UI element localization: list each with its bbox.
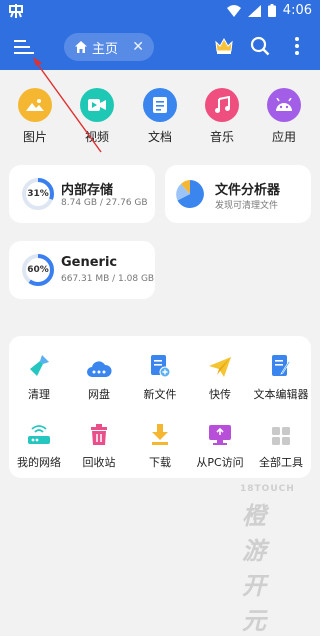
more-options-button[interactable] xyxy=(292,36,302,60)
tool-label: 新文件 xyxy=(143,388,177,401)
tool-clean[interactable]: 清理 xyxy=(9,352,69,402)
crown-icon xyxy=(215,37,233,54)
trash-icon xyxy=(69,420,129,446)
category-documents[interactable]: 文档 xyxy=(129,88,191,145)
signal-icon xyxy=(247,4,261,17)
tool-label: 下载 xyxy=(149,456,171,469)
video-icon xyxy=(80,88,114,122)
storage-detail: 667.31 MB / 1.08 GB xyxy=(61,274,155,284)
tool-pc-access[interactable]: 从PC访问 xyxy=(190,420,250,470)
tool-label: 全部工具 xyxy=(259,456,303,469)
tool-label: 文本编辑器 xyxy=(253,388,309,401)
storage-percent: 60% xyxy=(27,265,49,275)
android-icon xyxy=(267,88,301,122)
storage-detail: 8.74 GB / 27.76 GB xyxy=(61,198,148,208)
category-label: 音乐 xyxy=(209,130,234,144)
tool-label: 我的网络 xyxy=(17,456,61,469)
category-images[interactable]: 图片 xyxy=(4,88,66,145)
wifi-icon xyxy=(226,4,241,17)
status-icons: 4:06 xyxy=(226,3,312,18)
watermark-line1: 18TOUCH xyxy=(240,484,295,494)
internal-storage-card[interactable]: 31% 内部存储 8.74 GB / 27.76 GB xyxy=(9,165,155,223)
category-label: 应用 xyxy=(271,130,296,144)
send-icon xyxy=(190,352,250,378)
broom-icon xyxy=(9,352,69,378)
download-icon xyxy=(130,420,190,446)
watermark-line2: 橙游开元 xyxy=(242,502,266,635)
tool-download[interactable]: 下载 xyxy=(130,420,190,470)
category-label: 视频 xyxy=(84,130,109,144)
tool-all-tools[interactable]: 全部工具 xyxy=(251,420,311,470)
cloud-icon xyxy=(69,352,129,378)
generic-storage-card[interactable]: 60% Generic 667.31 MB / 1.08 GB xyxy=(9,241,155,299)
category-videos[interactable]: 视频 xyxy=(66,88,128,145)
tool-label: 从PC访问 xyxy=(196,456,244,469)
home-tab[interactable]: 主页 ✕ xyxy=(64,33,154,61)
tool-label: 网盘 xyxy=(88,388,110,401)
tool-my-network[interactable]: 我的网络 xyxy=(9,420,69,470)
storage-usage-ring: 60% xyxy=(21,253,55,287)
app-bar: 主页 ✕ xyxy=(0,24,320,70)
menu-button[interactable] xyxy=(14,38,34,56)
tool-recycle-bin[interactable]: 回收站 xyxy=(69,420,129,470)
vip-button[interactable] xyxy=(214,36,234,60)
storage-title: 内部存储 xyxy=(61,183,114,198)
tool-quick-send[interactable]: 快传 xyxy=(190,352,250,402)
status-time: 4:06 xyxy=(282,3,312,18)
tool-cloud[interactable]: 网盘 xyxy=(69,352,129,402)
tool-text-editor[interactable]: 文本编辑器 xyxy=(251,352,311,402)
more-vertical-icon xyxy=(295,37,299,55)
notification-app-icon xyxy=(8,3,24,23)
file-analyzer-card[interactable]: 文件分析器 发现可清理文件 xyxy=(165,165,311,223)
category-label: 文档 xyxy=(147,130,172,144)
battery-icon xyxy=(267,4,276,17)
analyzer-subtitle: 发现可清理文件 xyxy=(215,201,279,211)
tools-grid: 清理 网盘 新文件 快传 文本编辑器 我的网络 回收站 下载 从PC访问 全部工… xyxy=(9,336,311,478)
storage-percent: 31% xyxy=(27,189,49,199)
search-button[interactable] xyxy=(250,36,270,60)
search-icon xyxy=(250,36,270,56)
tool-new-file[interactable]: 新文件 xyxy=(130,352,190,402)
tool-label: 回收站 xyxy=(82,456,116,469)
pie-chart-icon xyxy=(175,179,205,213)
all-tools-icon xyxy=(251,420,311,446)
pc-access-icon xyxy=(190,420,250,446)
hamburger-menu-icon xyxy=(14,40,34,54)
new-file-icon xyxy=(130,352,190,378)
category-apps[interactable]: 应用 xyxy=(253,88,315,145)
category-music[interactable]: 音乐 xyxy=(191,88,253,145)
tool-label: 清理 xyxy=(28,388,50,401)
document-icon xyxy=(143,88,177,122)
close-tab-icon[interactable]: ✕ xyxy=(132,39,144,55)
storage-usage-ring: 31% xyxy=(21,177,55,211)
router-icon xyxy=(9,420,69,446)
music-icon xyxy=(205,88,239,122)
home-icon xyxy=(75,41,87,53)
category-row: 图片 视频 文档 音乐 应用 xyxy=(0,88,320,148)
tool-label: 快传 xyxy=(209,388,231,401)
text-editor-icon xyxy=(251,352,311,378)
status-bar: 4:06 xyxy=(0,0,320,24)
storage-title: Generic xyxy=(61,255,118,270)
analyzer-title: 文件分析器 xyxy=(215,183,281,198)
image-icon xyxy=(18,88,52,122)
home-tab-label: 主页 xyxy=(92,41,119,57)
category-label: 图片 xyxy=(22,130,47,144)
